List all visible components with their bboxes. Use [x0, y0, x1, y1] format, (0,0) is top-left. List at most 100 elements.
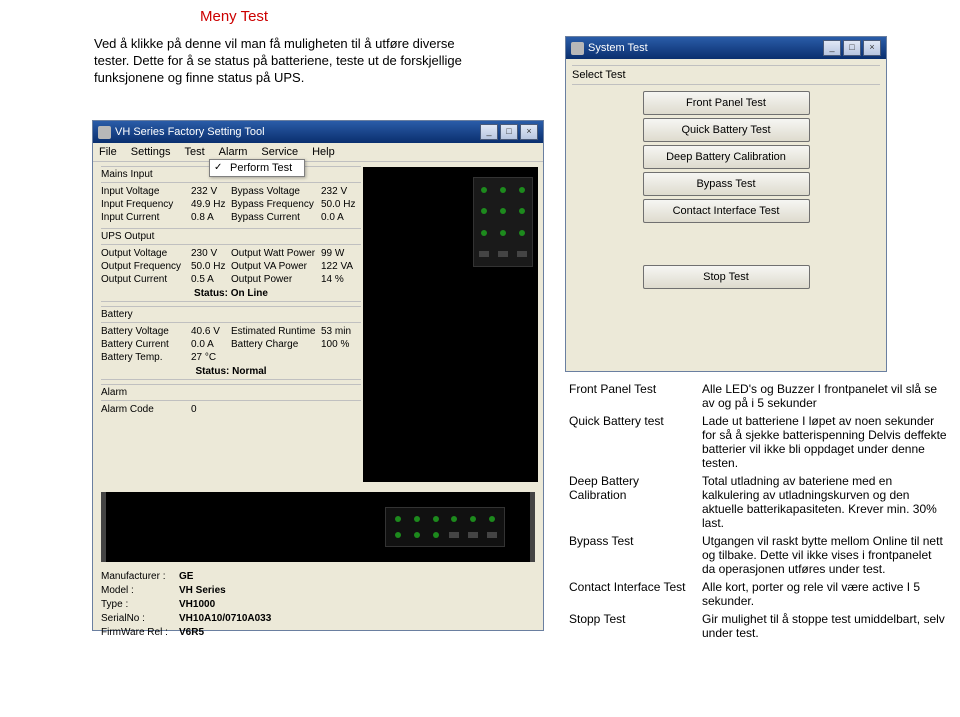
input-freq-value: 49.9 Hz	[191, 199, 231, 210]
ups-output-status: Status: On Line	[101, 286, 361, 302]
factory-body: Mains Input Input Voltage232 VBypass Vol…	[93, 162, 543, 630]
bypass-test-button[interactable]: Bypass Test	[643, 172, 810, 196]
battery-status: Status: Normal	[101, 364, 361, 380]
table-row: Bypass TestUtgangen vil raskt bytte mell…	[565, 532, 951, 578]
desc-text: Utgangen vil raskt bytte mellom Online t…	[698, 532, 951, 578]
desc-text: Alle LED's og Buzzer I frontpanelet vil …	[698, 380, 951, 412]
ups-output-title: UPS Output	[101, 228, 361, 245]
panel-button-icon	[517, 251, 527, 257]
deep-battery-calibration-button[interactable]: Deep Battery Calibration	[643, 145, 810, 169]
led-icon	[414, 516, 420, 522]
panel-button-icon	[449, 532, 459, 538]
desc-text: Total utladning av bateriene med en kalk…	[698, 472, 951, 532]
led-icon	[500, 187, 506, 193]
ups-tower-image	[363, 167, 538, 482]
panel-button-icon	[479, 251, 489, 257]
front-panel-test-button[interactable]: Front Panel Test	[643, 91, 810, 115]
battery-current-value: 0.0 A	[191, 339, 231, 350]
intro-text: Ved å klikke på denne vil man få mulighe…	[94, 36, 474, 87]
out-power-value: 14 %	[321, 274, 361, 285]
rack-front-panel	[385, 507, 505, 547]
desc-name: Front Panel Test	[565, 380, 698, 412]
close-button[interactable]: ×	[863, 40, 881, 56]
input-current-label: Input Current	[101, 212, 191, 223]
quick-battery-test-button[interactable]: Quick Battery Test	[643, 118, 810, 142]
panel-button-icon	[487, 532, 497, 538]
alarm-title: Alarm	[101, 384, 361, 401]
minimize-button[interactable]: _	[480, 124, 498, 140]
desc-text: Gir mulighet til å stoppe test umiddelba…	[698, 610, 951, 642]
ups-front-panel	[473, 177, 533, 267]
wrench-icon	[571, 42, 584, 55]
battery-temp-value: 27 °C	[191, 352, 231, 363]
led-icon	[470, 516, 476, 522]
led-icon	[481, 187, 487, 193]
close-button[interactable]: ×	[520, 124, 538, 140]
panel-button-icon	[498, 251, 508, 257]
menu-test[interactable]: Test	[184, 146, 204, 158]
firmware-label: FirmWare Rel :	[101, 626, 179, 640]
desc-name: Deep Battery Calibration	[565, 472, 698, 532]
page-title: Meny Test	[200, 8, 268, 25]
battery-charge-label: Battery Charge	[231, 339, 321, 350]
system-test-title: System Test	[588, 42, 648, 54]
input-voltage-label: Input Voltage	[101, 186, 191, 197]
alarm-code-label: Alarm Code	[101, 404, 191, 415]
menu-file[interactable]: File	[99, 146, 117, 158]
readout-panel: Mains Input Input Voltage232 VBypass Vol…	[101, 166, 361, 420]
led-icon	[519, 230, 525, 236]
system-test-body: Select Test Front Panel Test Quick Batte…	[566, 59, 886, 371]
led-icon	[414, 532, 420, 538]
est-runtime-value: 53 min	[321, 326, 361, 337]
menu-help[interactable]: Help	[312, 146, 335, 158]
bypass-freq-label: Bypass Frequency	[231, 199, 321, 210]
model-value: VH Series	[179, 584, 226, 598]
input-voltage-value: 232 V	[191, 186, 231, 197]
desc-text: Lade ut batteriene I løpet av noen sekun…	[698, 412, 951, 472]
battery-temp-label: Battery Temp.	[101, 352, 191, 363]
table-row: Deep Battery CalibrationTotal utladning …	[565, 472, 951, 532]
out-va-value: 122 VA	[321, 261, 361, 272]
menu-settings[interactable]: Settings	[131, 146, 171, 158]
desc-name: Bypass Test	[565, 532, 698, 578]
menu-alarm[interactable]: Alarm	[219, 146, 248, 158]
battery-voltage-value: 40.6 V	[191, 326, 231, 337]
model-label: Model :	[101, 584, 179, 598]
contact-interface-test-button[interactable]: Contact Interface Test	[643, 199, 810, 223]
maximize-button[interactable]: □	[500, 124, 518, 140]
panel-button-icon	[468, 532, 478, 538]
factory-tool-window: VH Series Factory Setting Tool _ □ × Fil…	[92, 120, 544, 631]
table-row: Quick Battery testLade ut batteriene I l…	[565, 412, 951, 472]
bypass-current-value: 0.0 A	[321, 212, 361, 223]
table-row: Front Panel TestAlle LED's og Buzzer I f…	[565, 380, 951, 412]
manufacturer-value: GE	[179, 570, 193, 584]
led-icon	[500, 208, 506, 214]
stop-test-button[interactable]: Stop Test	[643, 265, 810, 289]
led-icon	[500, 230, 506, 236]
out-freq-label: Output Frequency	[101, 261, 191, 272]
menu-dropdown-item[interactable]: Perform Test	[209, 159, 305, 177]
battery-voltage-label: Battery Voltage	[101, 326, 191, 337]
out-current-label: Output Current	[101, 274, 191, 285]
led-icon	[481, 230, 487, 236]
led-icon	[519, 208, 525, 214]
out-voltage-value: 230 V	[191, 248, 231, 259]
system-test-titlebar: System Test _ □ ×	[566, 37, 886, 59]
out-freq-value: 50.0 Hz	[191, 261, 231, 272]
menu-service[interactable]: Service	[261, 146, 298, 158]
system-test-window: System Test _ □ × Select Test Front Pane…	[565, 36, 887, 372]
battery-title: Battery	[101, 306, 361, 323]
led-icon	[433, 532, 439, 538]
serial-value: VH10A10/0710A033	[179, 612, 271, 626]
table-row: Stopp TestGir mulighet til å stoppe test…	[565, 610, 951, 642]
minimize-button[interactable]: _	[823, 40, 841, 56]
maximize-button[interactable]: □	[843, 40, 861, 56]
factory-window-title: VH Series Factory Setting Tool	[115, 126, 265, 138]
firmware-value: V6R5	[179, 626, 204, 640]
led-icon	[481, 208, 487, 214]
out-current-value: 0.5 A	[191, 274, 231, 285]
led-icon	[451, 516, 457, 522]
battery-current-label: Battery Current	[101, 339, 191, 350]
alarm-code-value: 0	[191, 404, 231, 415]
table-row: Contact Interface TestAlle kort, porter …	[565, 578, 951, 610]
